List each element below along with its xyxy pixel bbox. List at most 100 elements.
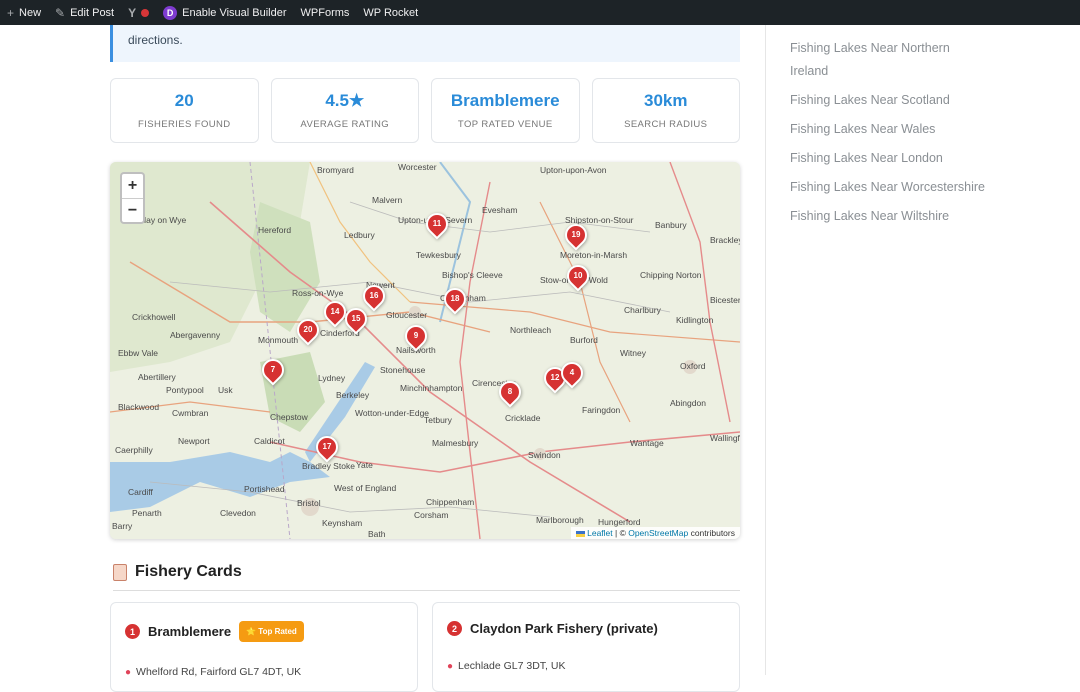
map-place-label: Marlborough bbox=[536, 515, 584, 525]
section-title-text: Fishery Cards bbox=[135, 563, 242, 580]
marker-number: 18 bbox=[450, 294, 460, 303]
map-place-label: Ebbw Vale bbox=[118, 348, 159, 358]
sidebar-link-london[interactable]: Fishing Lakes Near London bbox=[790, 147, 990, 170]
map-place-label: Caerphilly bbox=[115, 445, 153, 455]
stat-label: AVERAGE RATING bbox=[300, 119, 390, 130]
admin-bar: + New ✎ Edit Post Y D Enable Visual Buil… bbox=[0, 0, 1080, 25]
map-place-label: Charlbury bbox=[624, 305, 661, 315]
attribution-separator: | © bbox=[612, 528, 629, 538]
fishery-map[interactable]: Bromyard Worcester Upton-upon-Avon Hay on W… bbox=[110, 162, 740, 539]
map-place-label: Berkeley bbox=[336, 390, 370, 400]
map-place-label: Bromyard bbox=[317, 165, 354, 175]
map-place-label: Tewkesbury bbox=[416, 250, 461, 260]
stat-label: SEARCH RADIUS bbox=[624, 119, 708, 130]
map-place-label: Kidlington bbox=[676, 315, 714, 325]
marker-number: 9 bbox=[413, 331, 419, 340]
map-place-label: Wotton-under-Edge bbox=[355, 408, 430, 418]
card-name[interactable]: Bramblemere bbox=[148, 624, 231, 639]
ukraine-flag-icon bbox=[575, 530, 585, 537]
map-place-label: Gloucester bbox=[386, 310, 428, 320]
map-place-label: Cricklade bbox=[505, 413, 541, 423]
stat-label: TOP RATED VENUE bbox=[457, 119, 553, 130]
top-rated-badge: ⭐ Top Rated bbox=[239, 621, 304, 642]
map-place-label: Malvern bbox=[372, 195, 403, 205]
stat-value: 20 bbox=[174, 91, 194, 110]
right-sidebar: Fishing Lakes Near Northern Ireland Fish… bbox=[765, 25, 1080, 675]
wpforms-menu[interactable]: WPForms bbox=[294, 0, 357, 25]
plus-icon: + bbox=[7, 5, 15, 20]
map-place-label: Hay on Wye bbox=[140, 215, 187, 225]
marker-number: 10 bbox=[573, 271, 583, 280]
stat-value: Bramblemere bbox=[450, 91, 560, 110]
map-place-label: Chepstow bbox=[270, 412, 308, 422]
map-place-label: Penarth bbox=[132, 508, 162, 518]
map-place-label: Hungerford bbox=[598, 517, 641, 527]
visual-builder-link[interactable]: D Enable Visual Builder bbox=[156, 0, 293, 25]
marker-number: 4 bbox=[569, 368, 575, 377]
zoom-in-button[interactable]: + bbox=[122, 174, 143, 198]
map-place-label: Tetbury bbox=[424, 415, 452, 425]
leaflet-link[interactable]: Leaflet bbox=[587, 528, 613, 538]
zoom-out-button[interactable]: − bbox=[122, 198, 143, 222]
marker-number: 19 bbox=[571, 230, 581, 239]
map-place-label: Monmouth bbox=[258, 335, 299, 345]
map-place-label: Witney bbox=[620, 348, 646, 358]
card-name[interactable]: Claydon Park Fishery (private) bbox=[470, 621, 658, 636]
marker-number: 7 bbox=[270, 365, 276, 374]
marker-number: 11 bbox=[432, 219, 442, 228]
sidebar-link-northern-ireland[interactable]: Fishing Lakes Near Northern Ireland bbox=[790, 37, 990, 83]
map-place-label: Newport bbox=[178, 436, 210, 446]
wprocket-menu[interactable]: WP Rocket bbox=[356, 0, 425, 25]
divi-icon: D bbox=[163, 5, 178, 20]
map-place-label: Swindon bbox=[528, 450, 561, 460]
map-place-label: Bishop's Cleeve bbox=[442, 270, 503, 280]
map-place-label: Bicester bbox=[710, 295, 740, 305]
sidebar-link-worcestershire[interactable]: Fishing Lakes Near Worcestershire bbox=[790, 176, 990, 199]
map-place-label: Abertillery bbox=[138, 372, 176, 382]
location-pin-icon: ● bbox=[125, 666, 132, 678]
stat-fisheries-found: 20 FISHERIES FOUND bbox=[110, 78, 259, 143]
map-place-label: Moreton-in-Marsh bbox=[560, 250, 628, 260]
openstreetmap-link[interactable]: OpenStreetMap bbox=[628, 528, 688, 538]
stat-search-radius: 30km SEARCH RADIUS bbox=[591, 78, 740, 143]
wpforms-label: WPForms bbox=[300, 6, 350, 19]
map-place-label: Upton-upon-Avon bbox=[540, 165, 607, 175]
card-number: 1 bbox=[125, 624, 140, 639]
yoast-menu[interactable]: Y bbox=[121, 0, 156, 25]
map-place-label: Bristol bbox=[297, 498, 321, 508]
map-place-label: Yate bbox=[356, 460, 373, 470]
new-menu[interactable]: + New bbox=[0, 0, 48, 25]
stat-value: 30km bbox=[644, 91, 688, 110]
sidebar-link-scotland[interactable]: Fishing Lakes Near Scotland bbox=[790, 89, 990, 112]
map-place-label: Lydney bbox=[318, 373, 346, 383]
map-place-label: Keynsham bbox=[322, 518, 363, 528]
marker-number: 20 bbox=[303, 325, 313, 334]
fishery-cards-heading: Fishery Cards bbox=[113, 563, 740, 591]
sidebar-link-wiltshire[interactable]: Fishing Lakes Near Wiltshire bbox=[790, 205, 990, 228]
visual-builder-label: Enable Visual Builder bbox=[182, 6, 287, 19]
fishery-card[interactable]: 2 Claydon Park Fishery (private) ● Lechl… bbox=[432, 602, 740, 692]
fishery-card[interactable]: 1 Bramblemere ⭐ Top Rated ● Whelford Rd,… bbox=[110, 602, 418, 692]
map-place-label: Usk bbox=[218, 385, 233, 395]
map-place-label: Blackwood bbox=[118, 402, 160, 412]
marker-number: 16 bbox=[369, 291, 379, 300]
attribution-tail: contributors bbox=[688, 528, 735, 538]
map-attribution: Leaflet | © OpenStreetMap contributors bbox=[570, 527, 740, 539]
edit-post-label: Edit Post bbox=[70, 6, 115, 19]
location-pin-icon: ● bbox=[447, 660, 454, 672]
stat-top-rated-venue: Bramblemere TOP RATED VENUE bbox=[431, 78, 580, 143]
edit-post-link[interactable]: ✎ Edit Post bbox=[48, 0, 121, 25]
wprocket-label: WP Rocket bbox=[363, 6, 419, 19]
sidebar-link-wales[interactable]: Fishing Lakes Near Wales bbox=[790, 118, 990, 141]
yoast-icon: Y bbox=[128, 5, 137, 20]
map-place-label: Wallingford bbox=[710, 433, 740, 443]
map-place-label: Corsham bbox=[414, 510, 449, 520]
marker-number: 15 bbox=[351, 314, 361, 323]
zoom-control: + − bbox=[120, 172, 145, 224]
map-place-label: Bath bbox=[368, 529, 386, 539]
pencil-icon: ✎ bbox=[55, 5, 66, 20]
card-address: Whelford Rd, Fairford GL7 4DT, UK bbox=[136, 666, 302, 678]
map-place-label: Faringdon bbox=[582, 405, 621, 415]
clipboard-icon bbox=[113, 564, 127, 581]
map-place-label: Portishead bbox=[244, 484, 285, 494]
